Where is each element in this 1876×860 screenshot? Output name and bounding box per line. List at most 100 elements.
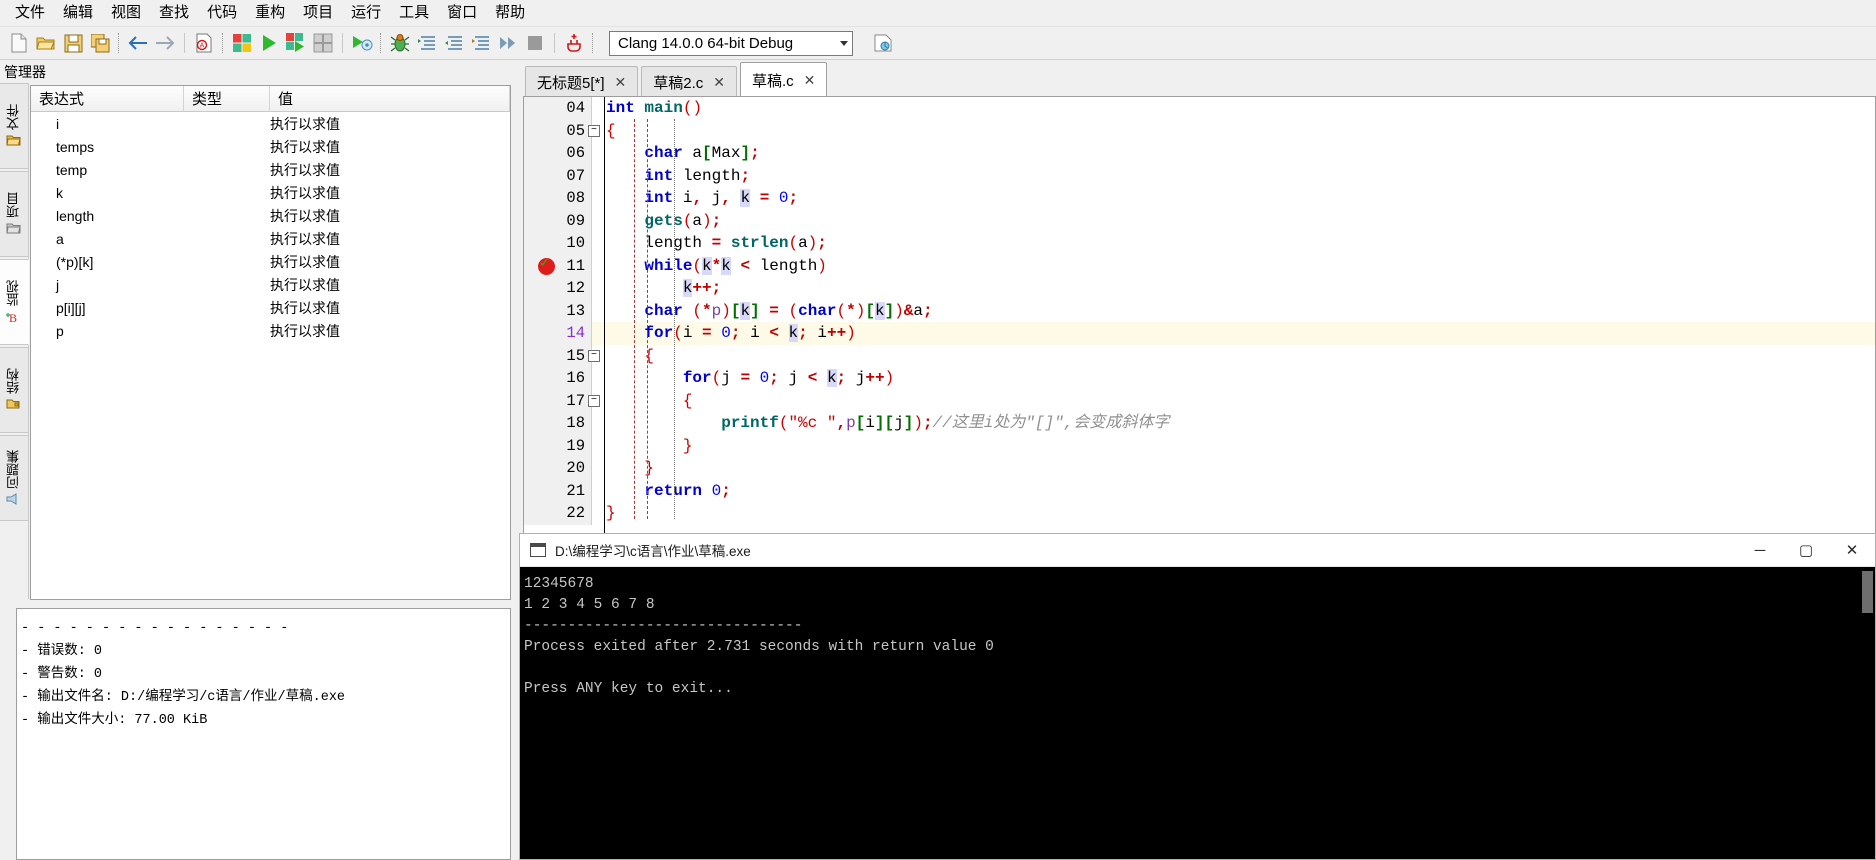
watch-row[interactable]: (*p)[k] 执行以求值 [31,250,510,273]
step-into-icon[interactable] [441,30,467,56]
menu-view[interactable]: 视图 [102,1,150,25]
line-number-gutter[interactable]: 22 [524,502,592,525]
code-line[interactable]: 18 printf("%c ",p[i][j]);//这里i处为"[]",会变成… [524,412,1875,435]
menu-edit[interactable]: 编辑 [54,1,102,25]
code-line[interactable]: 22} [524,502,1875,525]
code-line[interactable]: 19 } [524,434,1875,457]
menu-tools[interactable]: 工具 [390,1,438,25]
watch-row[interactable]: length 执行以求值 [31,204,510,227]
menu-help[interactable]: 帮助 [486,1,534,25]
run-options-icon[interactable] [349,30,375,56]
line-number-gutter[interactable]: 18 [524,412,592,435]
console-scrollbar-thumb[interactable] [1862,571,1873,613]
menu-code[interactable]: 代码 [198,1,246,25]
code-line[interactable]: 17− { [524,389,1875,412]
step-out-icon[interactable] [468,30,494,56]
code-line[interactable]: 04 int main() [524,97,1875,120]
open-folder-icon[interactable] [33,30,59,56]
close-icon[interactable]: ✕ [615,74,627,91]
vtab-problems[interactable]: 问题集 [0,435,29,521]
line-number-gutter[interactable]: 07 [524,164,592,187]
watch-col-value[interactable]: 值 [270,86,510,111]
watch-row[interactable]: a 执行以求值 [31,227,510,250]
line-number-gutter[interactable]: 19 [524,434,592,457]
code-line[interactable]: 12 k++; [524,277,1875,300]
line-number-gutter[interactable]: 05− [524,119,600,142]
line-number-gutter[interactable]: 11 [524,254,592,277]
code-line[interactable]: 15− { [524,344,1875,367]
watch-row[interactable]: p[i][j] 执行以求值 [31,296,510,319]
editor-tab-untitled5[interactable]: 无标题5[*] ✕ [525,66,639,97]
line-number-gutter[interactable]: 08 [524,187,592,210]
maximize-button[interactable]: ▢ [1783,534,1829,567]
editor-tab-caogao[interactable]: 草稿.c ✕ [740,62,828,97]
line-number-gutter[interactable]: 16 [524,367,592,390]
console-title-bar[interactable]: D:\编程学习\c语言\作业\草稿.exe ─ ▢ ✕ [520,534,1875,567]
vtab-files[interactable]: 文件 [0,83,29,169]
vtab-project[interactable]: 项目 [0,171,29,257]
menu-run[interactable]: 运行 [342,1,390,25]
line-number-gutter[interactable]: 12 [524,277,592,300]
code-line[interactable]: 13 char (*p)[k] = (char(*)[k])&a; [524,299,1875,322]
code-line[interactable]: 07 int length; [524,164,1875,187]
watch-row[interactable]: i 执行以求值 [31,112,510,135]
vtab-structure[interactable]: 结构 [0,347,29,433]
save-icon[interactable] [60,30,86,56]
line-number-gutter[interactable]: 17− [524,389,600,412]
continue-icon[interactable] [495,30,521,56]
menu-window[interactable]: 窗口 [438,1,486,25]
watch-row[interactable]: p 执行以求值 [31,319,510,342]
vtab-watch[interactable]: 监视 B [0,259,29,345]
close-icon[interactable]: ✕ [804,72,816,89]
close-button[interactable]: ✕ [1829,534,1875,567]
stop-icon[interactable] [522,30,548,56]
watch-row[interactable]: temp 执行以求值 [31,158,510,181]
line-number-gutter[interactable]: 14 [524,322,592,345]
new-file-icon[interactable] [6,30,32,56]
code-line[interactable]: 16 for(j = 0; j < k; j++) [524,367,1875,390]
code-line[interactable]: 21 return 0; [524,479,1875,502]
profile-icon[interactable] [870,30,896,56]
run-icon[interactable] [256,30,282,56]
watch-row[interactable]: temps 执行以求值 [31,135,510,158]
save-all-icon[interactable] [87,30,113,56]
line-number-gutter[interactable]: 10 [524,232,592,255]
line-number-gutter[interactable]: 09 [524,209,592,232]
rebuild-icon[interactable] [310,30,336,56]
step-over-icon[interactable] [414,30,440,56]
menu-project[interactable]: 项目 [294,1,342,25]
code-line[interactable]: 10 length = strlen(a); [524,232,1875,255]
forward-arrow-icon[interactable] [152,30,178,56]
menu-search[interactable]: 查找 [150,1,198,25]
back-arrow-icon[interactable] [125,30,151,56]
watch-col-expression[interactable]: 表达式 [31,86,184,111]
code-line[interactable]: 11 while(k*k < length) [524,254,1875,277]
compile-run-icon[interactable] [283,30,309,56]
code-line[interactable]: 05− { [524,119,1875,142]
line-number-gutter[interactable]: 13 [524,299,592,322]
line-number-gutter[interactable]: 21 [524,479,592,502]
code-line[interactable]: 06 char a[Max]; [524,142,1875,165]
find-icon[interactable]: A [191,30,217,56]
compiler-select[interactable]: Clang 14.0.0 64-bit Debug [609,30,853,56]
breakpoint-add-icon[interactable] [561,30,587,56]
code-line[interactable]: 14 for(i = 0; i < k; i++) [524,322,1875,345]
watch-col-type[interactable]: 类型 [184,86,270,111]
line-number-gutter[interactable]: 20 [524,457,592,480]
code-line[interactable]: 08 int i, j, k = 0; [524,187,1875,210]
line-number-gutter[interactable]: 15− [524,344,600,367]
line-number-gutter[interactable]: 06 [524,142,592,165]
build-log-panel[interactable]: - - - - - - - - - - - - - - - - - - 错误数: … [16,608,511,860]
code-line[interactable]: 20 } [524,457,1875,480]
menu-refactor[interactable]: 重构 [246,1,294,25]
console-scrollbar[interactable] [1860,567,1875,859]
debug-bug-icon[interactable] [387,30,413,56]
editor-tab-caogao2[interactable]: 草稿2.c ✕ [641,66,737,97]
breakpoint-icon[interactable] [538,255,555,275]
minimize-button[interactable]: ─ [1737,534,1783,567]
menu-file[interactable]: 文件 [6,1,54,25]
code-editor[interactable]: 04 int main() 05−{06 char a[Max]; 07 int le… [523,96,1876,562]
compile-icon[interactable] [229,30,255,56]
code-line[interactable]: 09 gets(a); [524,209,1875,232]
watch-row[interactable]: k 执行以求值 [31,181,510,204]
